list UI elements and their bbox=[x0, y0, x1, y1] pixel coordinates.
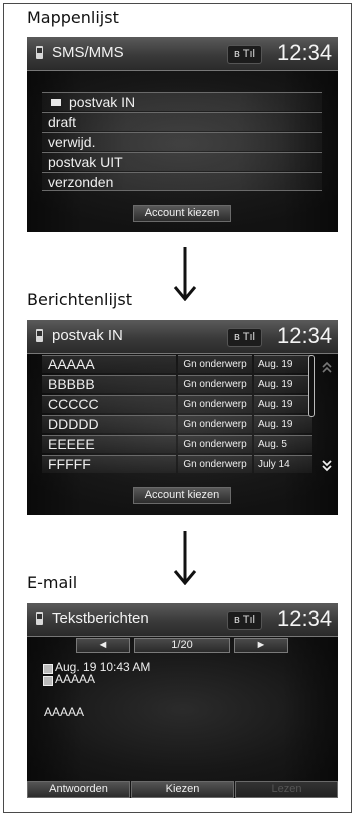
clock: 12:34 bbox=[277, 323, 333, 348]
top-bar: postvak IN ʙ Tıl 12:34 bbox=[27, 320, 338, 354]
screen-title: Tekstberichten bbox=[52, 610, 149, 627]
folder-item-sent[interactable]: verzonden bbox=[42, 172, 322, 191]
message-row[interactable]: CCCCC Gn onderwerp Aug. 19 bbox=[42, 395, 312, 414]
phone-icon bbox=[43, 676, 53, 686]
envelope-icon bbox=[51, 99, 61, 106]
message-list-screen: postvak IN ʙ Tıl 12:34 AAAAA Gn onderwer… bbox=[27, 320, 338, 515]
next-button[interactable]: ► bbox=[234, 638, 288, 653]
message-row[interactable]: EEEEE Gn onderwerp Aug. 5 bbox=[42, 435, 312, 454]
phone-icon bbox=[36, 329, 43, 342]
top-bar: SMS/MMS ʙ Tıl 12:34 bbox=[27, 37, 338, 71]
section-label-email: E-mail bbox=[27, 573, 78, 592]
scrollbar[interactable] bbox=[308, 355, 315, 417]
bluetooth-signal-icon: ʙ Tıl bbox=[227, 328, 262, 347]
message-sender: AAAAA bbox=[55, 672, 96, 686]
choose-account-button[interactable]: Account kiezen bbox=[133, 487, 231, 504]
top-bar: Tekstberichten ʙ Tıl 12:34 bbox=[27, 603, 338, 637]
message-row[interactable]: BBBBB Gn onderwerp Aug. 19 bbox=[42, 375, 312, 394]
message-row[interactable]: AAAAA Gn onderwerp Aug. 19 bbox=[42, 355, 312, 374]
email-screen: Tekstberichten ʙ Tıl 12:34 ◄ 1/20 ► Aug.… bbox=[27, 603, 338, 798]
bluetooth-signal-icon: ʙ Tıl bbox=[227, 45, 262, 64]
scroll-up-icon[interactable] bbox=[321, 360, 333, 374]
section-label-messages: Berichtenlijst bbox=[27, 290, 132, 309]
down-arrow-icon bbox=[173, 531, 197, 585]
folder-item-inbox[interactable]: postvak IN bbox=[42, 92, 322, 111]
message-row[interactable]: FFFFF Gn onderwerp July 14 bbox=[42, 455, 312, 474]
folder-item-deleted[interactable]: verwijd. bbox=[42, 132, 322, 151]
phone-icon bbox=[36, 46, 43, 59]
select-button[interactable]: Kiezen bbox=[131, 781, 234, 798]
down-arrow-icon bbox=[173, 247, 197, 301]
message-row[interactable]: DDDDD Gn onderwerp Aug. 19 bbox=[42, 415, 312, 434]
section-label-folders: Mappenlijst bbox=[27, 8, 119, 27]
clock: 12:34 bbox=[277, 606, 333, 631]
screen-title: SMS/MMS bbox=[52, 44, 124, 61]
folder-list-screen: SMS/MMS ʙ Tıl 12:34 postvak IN draft ver… bbox=[27, 37, 338, 232]
clock: 12:34 bbox=[277, 40, 333, 65]
screen-title: postvak IN bbox=[52, 327, 123, 344]
clock-icon bbox=[43, 664, 53, 674]
read-button[interactable]: Lezen bbox=[235, 781, 338, 798]
folder-item-draft[interactable]: draft bbox=[42, 112, 322, 131]
message-body: AAAAA bbox=[44, 705, 85, 719]
reply-button[interactable]: Antwoorden bbox=[27, 781, 130, 798]
previous-button[interactable]: ◄ bbox=[76, 638, 130, 653]
folder-item-outbox[interactable]: postvak UIT bbox=[42, 152, 322, 171]
scroll-down-icon[interactable] bbox=[321, 459, 333, 473]
phone-icon bbox=[36, 612, 43, 625]
page-indicator: 1/20 bbox=[134, 638, 230, 653]
choose-account-button[interactable]: Account kiezen bbox=[133, 205, 231, 222]
bluetooth-signal-icon: ʙ Tıl bbox=[227, 611, 262, 630]
